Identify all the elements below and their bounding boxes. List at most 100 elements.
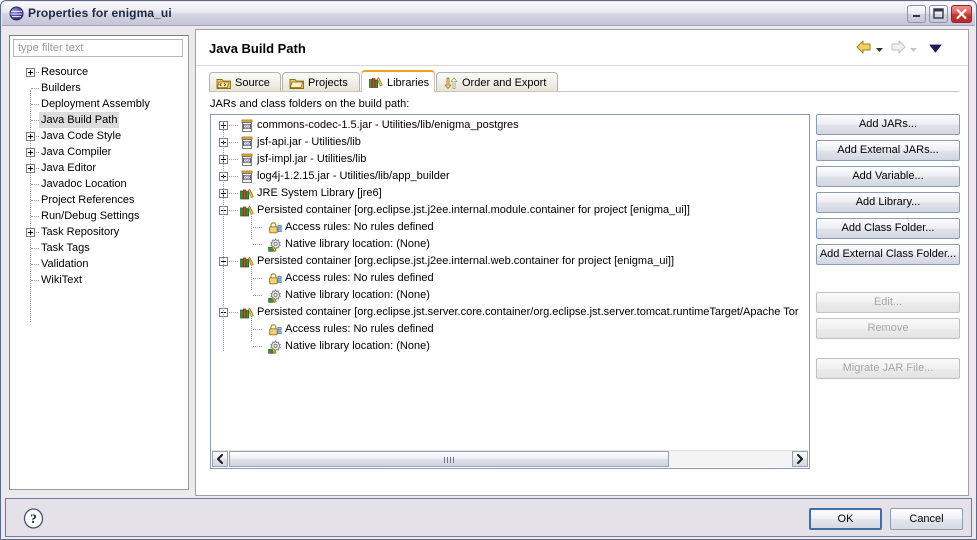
sidebar-item-java-code-style[interactable]: Java Code Style bbox=[10, 128, 188, 144]
help-icon[interactable]: ? ? bbox=[23, 508, 44, 529]
scroll-right-icon[interactable] bbox=[792, 451, 808, 467]
sidebar-item-project-references[interactable]: Project References bbox=[10, 192, 188, 208]
build-path-entry[interactable]: JRE System Library [jre6] bbox=[211, 185, 809, 202]
build-path-entry[interactable]: Native library location: (None) bbox=[211, 287, 809, 304]
tab-source[interactable]: Source bbox=[209, 72, 281, 92]
filter-input[interactable] bbox=[13, 39, 183, 57]
sidebar-item-label: WikiText bbox=[41, 274, 82, 286]
sidebar-item-javadoc-location[interactable]: Javadoc Location bbox=[10, 176, 188, 192]
sidebar-item-builders[interactable]: Builders bbox=[10, 80, 188, 96]
expand-icon[interactable] bbox=[26, 132, 35, 141]
sidebar-item-java-build-path[interactable]: Java Build Path bbox=[10, 112, 188, 128]
expand-icon[interactable] bbox=[26, 164, 35, 173]
expand-icon[interactable] bbox=[26, 148, 35, 157]
sidebar-item-label: Task Repository bbox=[41, 226, 120, 238]
tree-connector bbox=[31, 104, 39, 105]
build-path-entry[interactable]: Persisted container [org.eclipse.jst.j2e… bbox=[211, 253, 809, 270]
build-path-entry[interactable]: Persisted container [org.eclipse.jst.j2e… bbox=[211, 202, 809, 219]
scroll-left-icon[interactable] bbox=[212, 451, 228, 467]
build-path-entry[interactable]: 010 jsf-impl.jar - Utilities/lib bbox=[211, 151, 809, 168]
sidebar-item-wikitext[interactable]: WikiText bbox=[10, 272, 188, 288]
tree-connector bbox=[253, 329, 262, 330]
add-external-class-folder-button[interactable]: Add External Class Folder... bbox=[816, 244, 960, 265]
forward-arrow-icon bbox=[888, 38, 908, 56]
tree-connector bbox=[31, 200, 39, 201]
tree-connector bbox=[31, 184, 39, 185]
build-path-entry[interactable]: 010 jsf-api.jar - Utilities/lib bbox=[211, 134, 809, 151]
tree-connector bbox=[229, 261, 238, 262]
sidebar-item-label: Project References bbox=[41, 194, 135, 206]
expand-icon[interactable] bbox=[26, 68, 35, 77]
build-path-entry[interactable]: Access rules: No rules defined bbox=[211, 321, 809, 338]
tree-connector bbox=[36, 168, 39, 169]
build-path-entry[interactable]: 010 commons-codec-1.5.jar - Utilities/lib… bbox=[211, 117, 809, 134]
build-path-entry[interactable]: Native library location: (None) bbox=[211, 338, 809, 355]
sidebar-item-label: Run/Debug Settings bbox=[41, 210, 140, 222]
tree-connector bbox=[229, 142, 238, 143]
sidebar-item-label: Deployment Assembly bbox=[41, 98, 150, 110]
sidebar-item-label: Resource bbox=[41, 66, 89, 78]
sidebar-item-label: Java Code Style bbox=[41, 130, 122, 142]
build-path-entry-label: Native library location: (None) bbox=[285, 340, 430, 352]
build-path-entry[interactable]: Native library location: (None) bbox=[211, 236, 809, 253]
sidebar-item-run-debug-settings[interactable]: Run/Debug Settings bbox=[10, 208, 188, 224]
native-lib-icon bbox=[267, 288, 283, 304]
tree-guide-line bbox=[251, 265, 253, 290]
add-variable-button[interactable]: Add Variable... bbox=[816, 166, 960, 187]
tree-connector bbox=[229, 193, 238, 194]
back-arrow-icon[interactable] bbox=[854, 38, 874, 56]
project-folder-icon bbox=[289, 76, 305, 90]
tab-projects[interactable]: Projects bbox=[282, 72, 360, 92]
expand-icon[interactable] bbox=[26, 228, 35, 237]
add-external-jars-button[interactable]: Add External JARs... bbox=[816, 140, 960, 161]
tab-libraries[interactable]: Libraries bbox=[361, 70, 435, 92]
jar-icon: 010 bbox=[239, 152, 255, 168]
build-path-entry-label: Persisted container [org.eclipse.jst.j2e… bbox=[257, 204, 690, 216]
build-path-entry[interactable]: Access rules: No rules defined bbox=[211, 219, 809, 236]
build-path-entry-label: Access rules: No rules defined bbox=[285, 221, 434, 233]
sidebar-item-label: Validation bbox=[41, 258, 89, 270]
tree-connector bbox=[229, 159, 238, 160]
close-button[interactable] bbox=[951, 5, 972, 23]
ok-button[interactable]: OK bbox=[809, 508, 882, 530]
sidebar-item-deployment-assembly[interactable]: Deployment Assembly bbox=[10, 96, 188, 112]
add-jars-button[interactable]: Add JARs... bbox=[816, 114, 960, 135]
properties-dialog: Properties for enigma_ui Resourc bbox=[0, 0, 977, 540]
sidebar-item-validation[interactable]: Validation bbox=[10, 256, 188, 272]
build-path-entry[interactable]: Persisted container [org.eclipse.jst.ser… bbox=[211, 304, 809, 321]
sidebar-item-java-compiler[interactable]: Java Compiler bbox=[10, 144, 188, 160]
svg-text:010: 010 bbox=[243, 158, 251, 163]
view-menu-icon[interactable] bbox=[929, 44, 942, 53]
svg-text:010: 010 bbox=[243, 141, 251, 146]
scrollbar-thumb[interactable] bbox=[229, 451, 669, 467]
build-path-entry[interactable]: Access rules: No rules defined bbox=[211, 270, 809, 287]
maximize-button[interactable] bbox=[929, 5, 948, 23]
migrate-jar-file-button: Migrate JAR File... bbox=[816, 358, 960, 379]
sidebar-item-java-editor[interactable]: Java Editor bbox=[10, 160, 188, 176]
library-icon bbox=[239, 186, 255, 202]
native-lib-icon bbox=[267, 237, 283, 253]
add-library-button[interactable]: Add Library... bbox=[816, 192, 960, 213]
tab-order-and-export[interactable]: Order and Export bbox=[436, 72, 558, 92]
back-dropdown-icon[interactable] bbox=[875, 44, 884, 52]
tree-connector bbox=[31, 216, 39, 217]
build-path-list[interactable]: 010 commons-codec-1.5.jar - Utilities/lib… bbox=[210, 114, 810, 469]
tree-connector bbox=[253, 295, 262, 296]
svg-text:010: 010 bbox=[243, 175, 251, 180]
tree-guide-line bbox=[223, 121, 225, 351]
sidebar-item-resource[interactable]: Resource bbox=[10, 64, 188, 80]
remove-button: Remove bbox=[816, 318, 960, 339]
tree-guide-line bbox=[251, 316, 253, 341]
cancel-button[interactable]: Cancel bbox=[890, 508, 963, 530]
horizontal-scrollbar[interactable] bbox=[212, 450, 808, 467]
add-class-folder-button[interactable]: Add Class Folder... bbox=[816, 218, 960, 239]
tree-connector bbox=[36, 232, 39, 233]
sidebar-item-task-tags[interactable]: Task Tags bbox=[10, 240, 188, 256]
build-path-entry-label: commons-codec-1.5.jar - Utilities/lib/en… bbox=[257, 119, 519, 131]
build-path-entry[interactable]: 010 log4j-1.2.15.jar - Utilities/lib/app_… bbox=[211, 168, 809, 185]
sidebar-item-label: Javadoc Location bbox=[41, 178, 127, 190]
sidebar-item-task-repository[interactable]: Task Repository bbox=[10, 224, 188, 240]
minimize-button[interactable] bbox=[907, 5, 926, 23]
access-rules-icon bbox=[267, 322, 283, 338]
jar-icon: 010 bbox=[239, 169, 255, 185]
